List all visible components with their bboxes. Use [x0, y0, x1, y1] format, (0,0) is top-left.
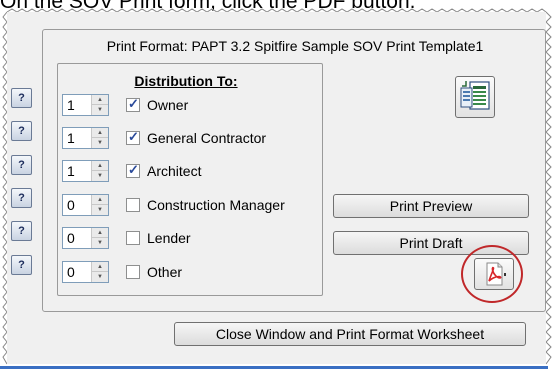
spin-up-icon[interactable]: ▲: [92, 262, 108, 272]
help-button-general-contractor[interactable]: ?: [11, 121, 32, 141]
checkmark-icon: ✓: [128, 162, 139, 177]
excel-export-icon: [460, 81, 490, 110]
print-preview-button[interactable]: Print Preview: [333, 194, 529, 218]
spin-down-icon[interactable]: ▼: [92, 171, 108, 181]
spin-up-icon[interactable]: ▲: [92, 195, 108, 205]
label-owner: Owner: [147, 97, 189, 113]
highlight-circle: [461, 245, 523, 303]
qty-spinner-other[interactable]: 0 ▲ ▼: [62, 261, 109, 283]
spin-down-icon[interactable]: ▼: [92, 138, 108, 148]
export-button[interactable]: [455, 76, 495, 118]
qty-spinner-construction-manager[interactable]: 0 ▲ ▼: [62, 194, 109, 216]
help-button-lender[interactable]: ?: [11, 221, 32, 241]
checkbox-architect[interactable]: ✓: [126, 162, 140, 178]
checkbox-lender[interactable]: [126, 231, 140, 245]
help-button-construction-manager[interactable]: ?: [11, 188, 32, 208]
help-button-other[interactable]: ?: [11, 255, 32, 275]
bottom-edge: [0, 366, 548, 369]
spin-down-icon[interactable]: ▼: [92, 238, 108, 248]
distribution-group: Distribution To: 1 ▲ ▼ ✓ Owner 1 ▲ ▼ ✓ Gen…: [57, 63, 323, 296]
label-architect: Architect: [147, 163, 202, 179]
qty-value: 0: [67, 264, 75, 280]
label-lender: Lender: [147, 230, 191, 246]
checkbox-other[interactable]: [126, 265, 140, 279]
spin-up-icon[interactable]: ▲: [92, 161, 108, 171]
label-general-contractor: General Contractor: [147, 130, 267, 146]
help-button-architect[interactable]: ?: [11, 155, 32, 175]
qty-spinner-architect[interactable]: 1 ▲ ▼: [62, 160, 109, 182]
qty-value: 1: [67, 130, 75, 146]
spin-down-icon[interactable]: ▼: [92, 272, 108, 282]
qty-value: 1: [67, 163, 75, 179]
checkbox-owner[interactable]: ✓: [126, 96, 140, 112]
checkbox-construction-manager[interactable]: [126, 198, 140, 212]
distribution-title: Distribution To:: [134, 73, 238, 89]
close-window-button[interactable]: Close Window and Print Format Worksheet: [174, 322, 526, 346]
label-other: Other: [147, 264, 183, 280]
spin-down-icon[interactable]: ▼: [92, 205, 108, 215]
spin-up-icon[interactable]: ▲: [92, 95, 108, 105]
qty-value: 0: [67, 197, 75, 213]
qty-value: 1: [67, 97, 75, 113]
qty-spinner-owner[interactable]: 1 ▲ ▼: [62, 94, 109, 116]
checkmark-icon: ✓: [128, 129, 139, 144]
spin-up-icon[interactable]: ▲: [92, 228, 108, 238]
spin-down-icon[interactable]: ▼: [92, 105, 108, 115]
qty-spinner-lender[interactable]: 0 ▲ ▼: [62, 227, 109, 249]
spin-up-icon[interactable]: ▲: [92, 128, 108, 138]
label-construction-manager: Construction Manager: [147, 197, 285, 213]
qty-value: 0: [67, 230, 75, 246]
help-button-owner[interactable]: ?: [11, 88, 32, 108]
checkbox-general-contractor[interactable]: ✓: [126, 129, 140, 145]
print-format-label: Print Format: PAPT 3.2 Spitfire Sample S…: [106, 38, 484, 54]
qty-spinner-general-contractor[interactable]: 1 ▲ ▼: [62, 127, 109, 149]
checkmark-icon: ✓: [128, 96, 139, 111]
